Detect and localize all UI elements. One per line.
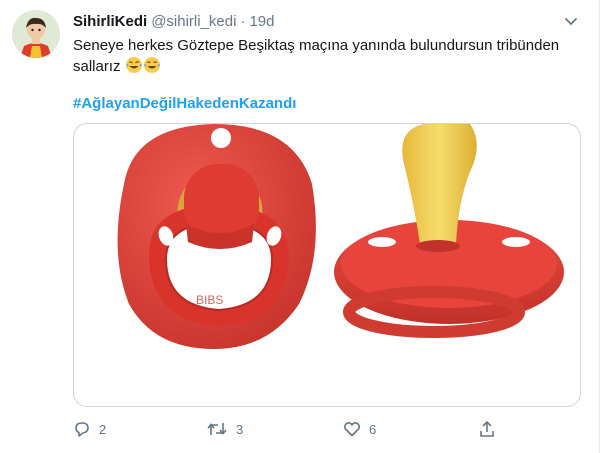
retweet-button[interactable]: 3 <box>206 420 243 438</box>
more-options-button[interactable] <box>561 12 581 32</box>
face-with-tears-of-joy-icon <box>143 56 161 80</box>
retweet-icon <box>207 423 227 435</box>
reply-icon <box>75 422 89 437</box>
user-handle[interactable]: @sihirli_kedi <box>151 13 236 30</box>
tweet-actions: 2 3 6 <box>73 420 503 442</box>
tweet-text-line-1: Seneye herkes Göztepe Beşiktaş maçına ya… <box>73 37 560 54</box>
share-icon <box>480 420 494 437</box>
tweet-timestamp[interactable]: 19d <box>249 13 274 30</box>
tweet-text-line-2-wrap: sallarız <box>73 56 573 80</box>
tweet-card[interactable]: SihirliKedi @sihirli_kedi · 19d Seneye h… <box>0 0 600 453</box>
pacifier-image: BIBS <box>117 124 564 349</box>
chevron-down-icon <box>565 18 577 25</box>
share-button[interactable] <box>478 420 496 438</box>
retweet-count: 3 <box>236 421 244 437</box>
reply-count: 2 <box>99 421 107 437</box>
svg-text:BIBS: BIBS <box>196 293 223 307</box>
separator-dot: · <box>240 13 246 30</box>
hashtag-link[interactable]: #AğlayanDeğilHakedenKazandı <box>73 95 296 112</box>
heart-icon <box>343 422 361 437</box>
tweet-text-line-2: sallarız <box>73 58 121 75</box>
display-name[interactable]: SihirliKedi <box>73 13 147 30</box>
avatar[interactable] <box>12 10 60 58</box>
like-button[interactable]: 6 <box>343 420 376 438</box>
reply-button[interactable]: 2 <box>73 420 106 438</box>
avatar-image <box>12 10 60 58</box>
tweet-text: Seneye herkes Göztepe Beşiktaş maçına ya… <box>73 36 573 80</box>
like-count: 6 <box>369 421 377 437</box>
tweet-media-image[interactable]: BIBS <box>73 123 581 407</box>
face-with-tears-of-joy-icon <box>125 56 143 80</box>
tweet-header: SihirliKedi @sihirli_kedi · 19d <box>73 13 274 31</box>
